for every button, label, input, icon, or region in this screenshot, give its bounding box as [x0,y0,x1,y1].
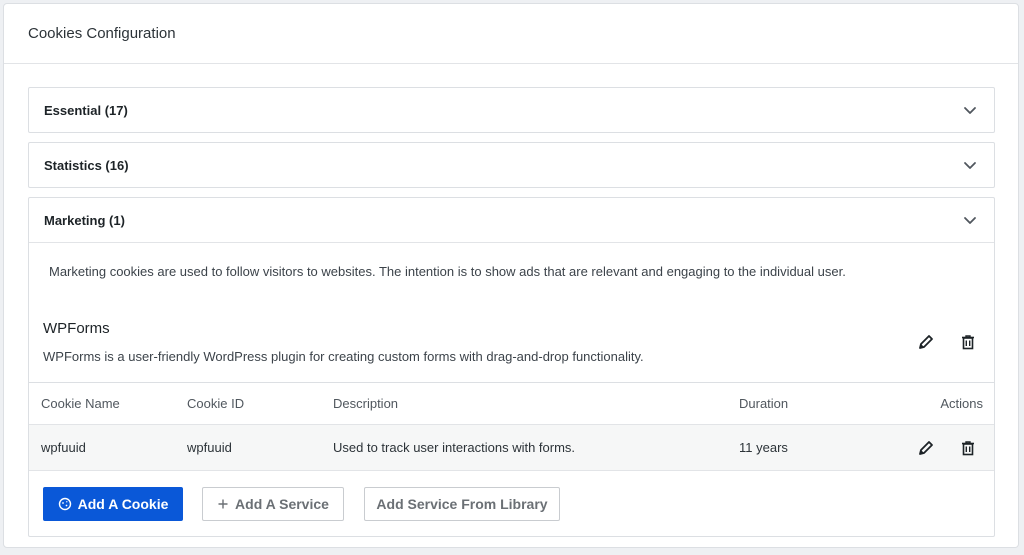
pencil-icon [919,440,933,455]
chevron-down-icon [962,212,978,228]
accordion-marketing: Marketing (1) Marketing cookies are used… [28,197,995,537]
plus-icon [217,498,229,510]
accordion-statistics: Statistics (16) [28,142,995,188]
accordion-marketing-body: Marketing cookies are used to follow vis… [29,242,994,547]
pencil-icon [919,335,933,349]
add-cookie-label: Add A Cookie [77,496,169,512]
service-card: WPForms WPForms is a user-friendly WordP… [29,281,994,382]
table-row: wpfuuid wpfuuid Used to track user inter… [29,424,994,471]
header-actions: Actions [889,382,994,425]
header-description: Description [333,382,739,425]
accordion-statistics-label: Statistics (16) [44,157,129,173]
delete-service-button[interactable] [956,330,980,354]
add-service-button[interactable]: Add A Service [202,487,344,521]
panel-title: Cookies Configuration [4,4,1018,64]
chevron-down-icon [962,157,978,173]
accordion-marketing-header[interactable]: Marketing (1) [29,198,994,242]
cookie-name-cell: wpfuuid [41,440,86,455]
edit-cookie-button[interactable] [914,436,938,460]
add-service-from-library-button[interactable]: Add Service From Library [364,487,560,521]
accordion-essential: Essential (17) [28,87,995,133]
action-buttons: Add A Cookie Add A Service Add Service F… [29,471,994,547]
cookies-table: Cookie Name Cookie ID Description Durati… [29,382,994,471]
header-cookie-id: Cookie ID [187,382,333,425]
cookies-configuration-panel: Cookies Configuration Essential (17) Sta… [3,3,1019,548]
table-header-row: Cookie Name Cookie ID Description Durati… [29,382,994,425]
service-description: WPForms is a user-friendly WordPress plu… [43,349,644,364]
cookie-actions-cell [889,425,994,471]
cookie-icon [58,497,72,511]
accordion-statistics-header[interactable]: Statistics (16) [29,143,994,187]
edit-service-button[interactable] [914,330,938,354]
chevron-down-icon [962,102,978,118]
cookie-duration-cell: 11 years [739,440,788,455]
header-duration: Duration [739,382,889,425]
accordion-essential-label: Essential (17) [44,102,128,118]
category-description: Marketing cookies are used to follow vis… [49,264,846,279]
trash-icon [962,440,974,455]
delete-cookie-button[interactable] [956,436,980,460]
cookie-description-cell: Used to track user interactions with for… [333,440,576,455]
add-service-from-library-label: Add Service From Library [376,496,548,512]
add-cookie-button[interactable]: Add A Cookie [43,487,183,521]
accordion-marketing-label: Marketing (1) [44,212,125,228]
cookie-id-cell: wpfuuid [187,440,232,455]
service-actions [914,330,980,354]
service-name: WPForms [43,320,110,337]
header-cookie-name: Cookie Name [29,382,187,425]
add-service-label: Add A Service [235,496,329,512]
trash-icon [962,335,974,350]
accordion-essential-header[interactable]: Essential (17) [29,88,994,132]
